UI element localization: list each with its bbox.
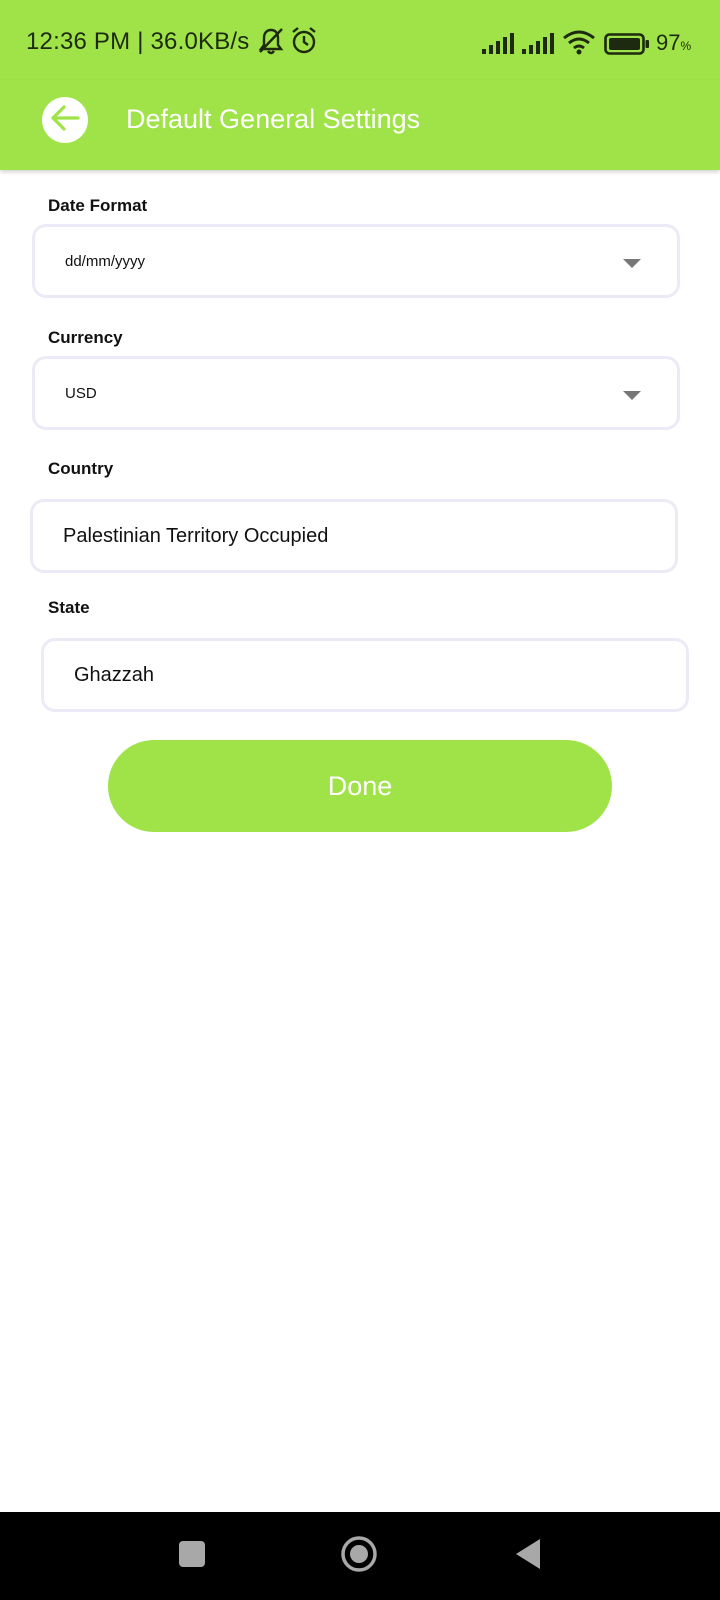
signal-icon [482,32,514,59]
back-button[interactable] [42,97,88,143]
dropdown-arrow-icon [623,259,641,268]
back-triangle-icon [514,1538,542,1575]
mute-bell-icon [258,26,284,61]
app-bar: Default General Settings [0,80,720,170]
date-format-dropdown[interactable]: dd/mm/yyyy [32,224,680,298]
status-bar: 12:36 PM | 36.0KB/s 97% [0,0,720,80]
state-label: State [48,598,90,617]
battery-icon [604,33,650,60]
battery-unit: % [680,39,692,53]
home-button[interactable] [337,1534,381,1578]
done-button-label: Done [327,770,393,801]
state-value: Ghazzah [74,663,155,686]
home-circle-icon [340,1535,378,1578]
state-field[interactable]: Ghazzah [41,638,689,712]
date-format-label: Date Format [48,196,148,215]
alarm-icon [290,26,318,61]
battery-percent: 97% [656,30,691,56]
done-button[interactable]: Done [108,740,612,832]
wifi-icon [562,29,596,60]
back-arrow-icon [49,104,81,137]
country-field[interactable]: Palestinian Territory Occupied [30,499,678,573]
dropdown-arrow-icon [623,391,641,400]
status-time: 12:36 PM | 36.0KB/s [26,28,250,55]
signal-icon [522,32,554,59]
page-title: Default General Settings [126,104,421,134]
currency-label: Currency [48,328,123,347]
currency-value: USD [65,384,97,402]
country-label: Country [48,459,114,478]
recents-button[interactable] [170,1534,214,1578]
country-value: Palestinian Territory Occupied [63,524,329,547]
recents-square-icon [178,1540,206,1573]
battery-value: 97 [656,30,681,55]
currency-dropdown[interactable]: USD [32,356,680,430]
date-format-value: dd/mm/yyyy [65,252,146,270]
navigation-bar [0,1512,720,1600]
back-nav-button[interactable] [506,1534,550,1578]
